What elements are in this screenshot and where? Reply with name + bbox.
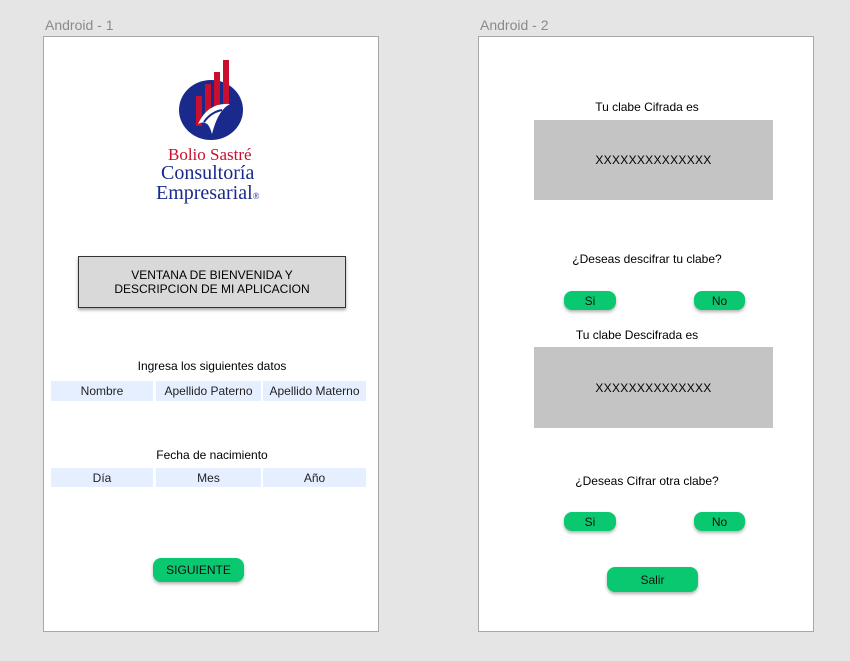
dia-field[interactable]: Día <box>51 468 153 487</box>
apellido-materno-field[interactable]: Apellido Materno <box>263 381 366 401</box>
logo-line-3-text: Empresarial <box>156 182 253 204</box>
welcome-description-box: VENTANA DE BIENVENIDA Y DESCRIPCION DE M… <box>78 256 346 308</box>
decipher-label: Tu clabe Descifrada es <box>575 328 699 342</box>
cipher-value-box: XXXXXXXXXXXXXX <box>534 120 773 200</box>
encrypt-again-yes-button[interactable]: Si <box>564 512 616 531</box>
logo-line-3: Empresarial® <box>156 182 259 205</box>
decrypt-question: ¿Deseas descifrar tu clabe? <box>572 252 722 266</box>
decipher-value: XXXXXXXXXXXXXX <box>595 380 712 395</box>
frame-label-android-2: Android - 2 <box>480 17 549 33</box>
android-2-screen: Tu clabe Cifrada es XXXXXXXXXXXXXX ¿Dese… <box>478 36 814 632</box>
encrypt-again-question: ¿Deseas Cifrar otra clabe? <box>575 474 719 488</box>
company-logo <box>178 58 248 140</box>
registered-mark: ® <box>252 191 260 201</box>
apellido-paterno-field[interactable]: Apellido Paterno <box>156 381 261 401</box>
android-1-screen: Bolio Sastré Consultoría Empresarial® VE… <box>43 36 379 632</box>
nombre-field[interactable]: Nombre <box>51 381 153 401</box>
siguiente-button[interactable]: SIGUIENTE <box>153 558 244 582</box>
anio-field[interactable]: Año <box>263 468 366 487</box>
decipher-value-box: XXXXXXXXXXXXXX <box>534 347 773 428</box>
logo-emblem-icon <box>179 60 243 140</box>
data-heading: Ingresa los siguientes datos <box>137 359 287 373</box>
dob-heading: Fecha de nacimiento <box>156 448 268 462</box>
mes-field[interactable]: Mes <box>156 468 261 487</box>
cipher-label: Tu clabe Cifrada es <box>595 100 699 114</box>
frame-label-android-1: Android - 1 <box>45 17 114 33</box>
encrypt-again-no-button[interactable]: No <box>694 512 745 531</box>
salir-button[interactable]: Salir <box>607 567 698 592</box>
cipher-value: XXXXXXXXXXXXXX <box>595 153 712 167</box>
welcome-text: VENTANA DE BIENVENIDA Y DESCRIPCION DE M… <box>114 268 310 296</box>
decrypt-no-button[interactable]: No <box>694 291 745 310</box>
decrypt-yes-button[interactable]: Si <box>564 291 616 310</box>
